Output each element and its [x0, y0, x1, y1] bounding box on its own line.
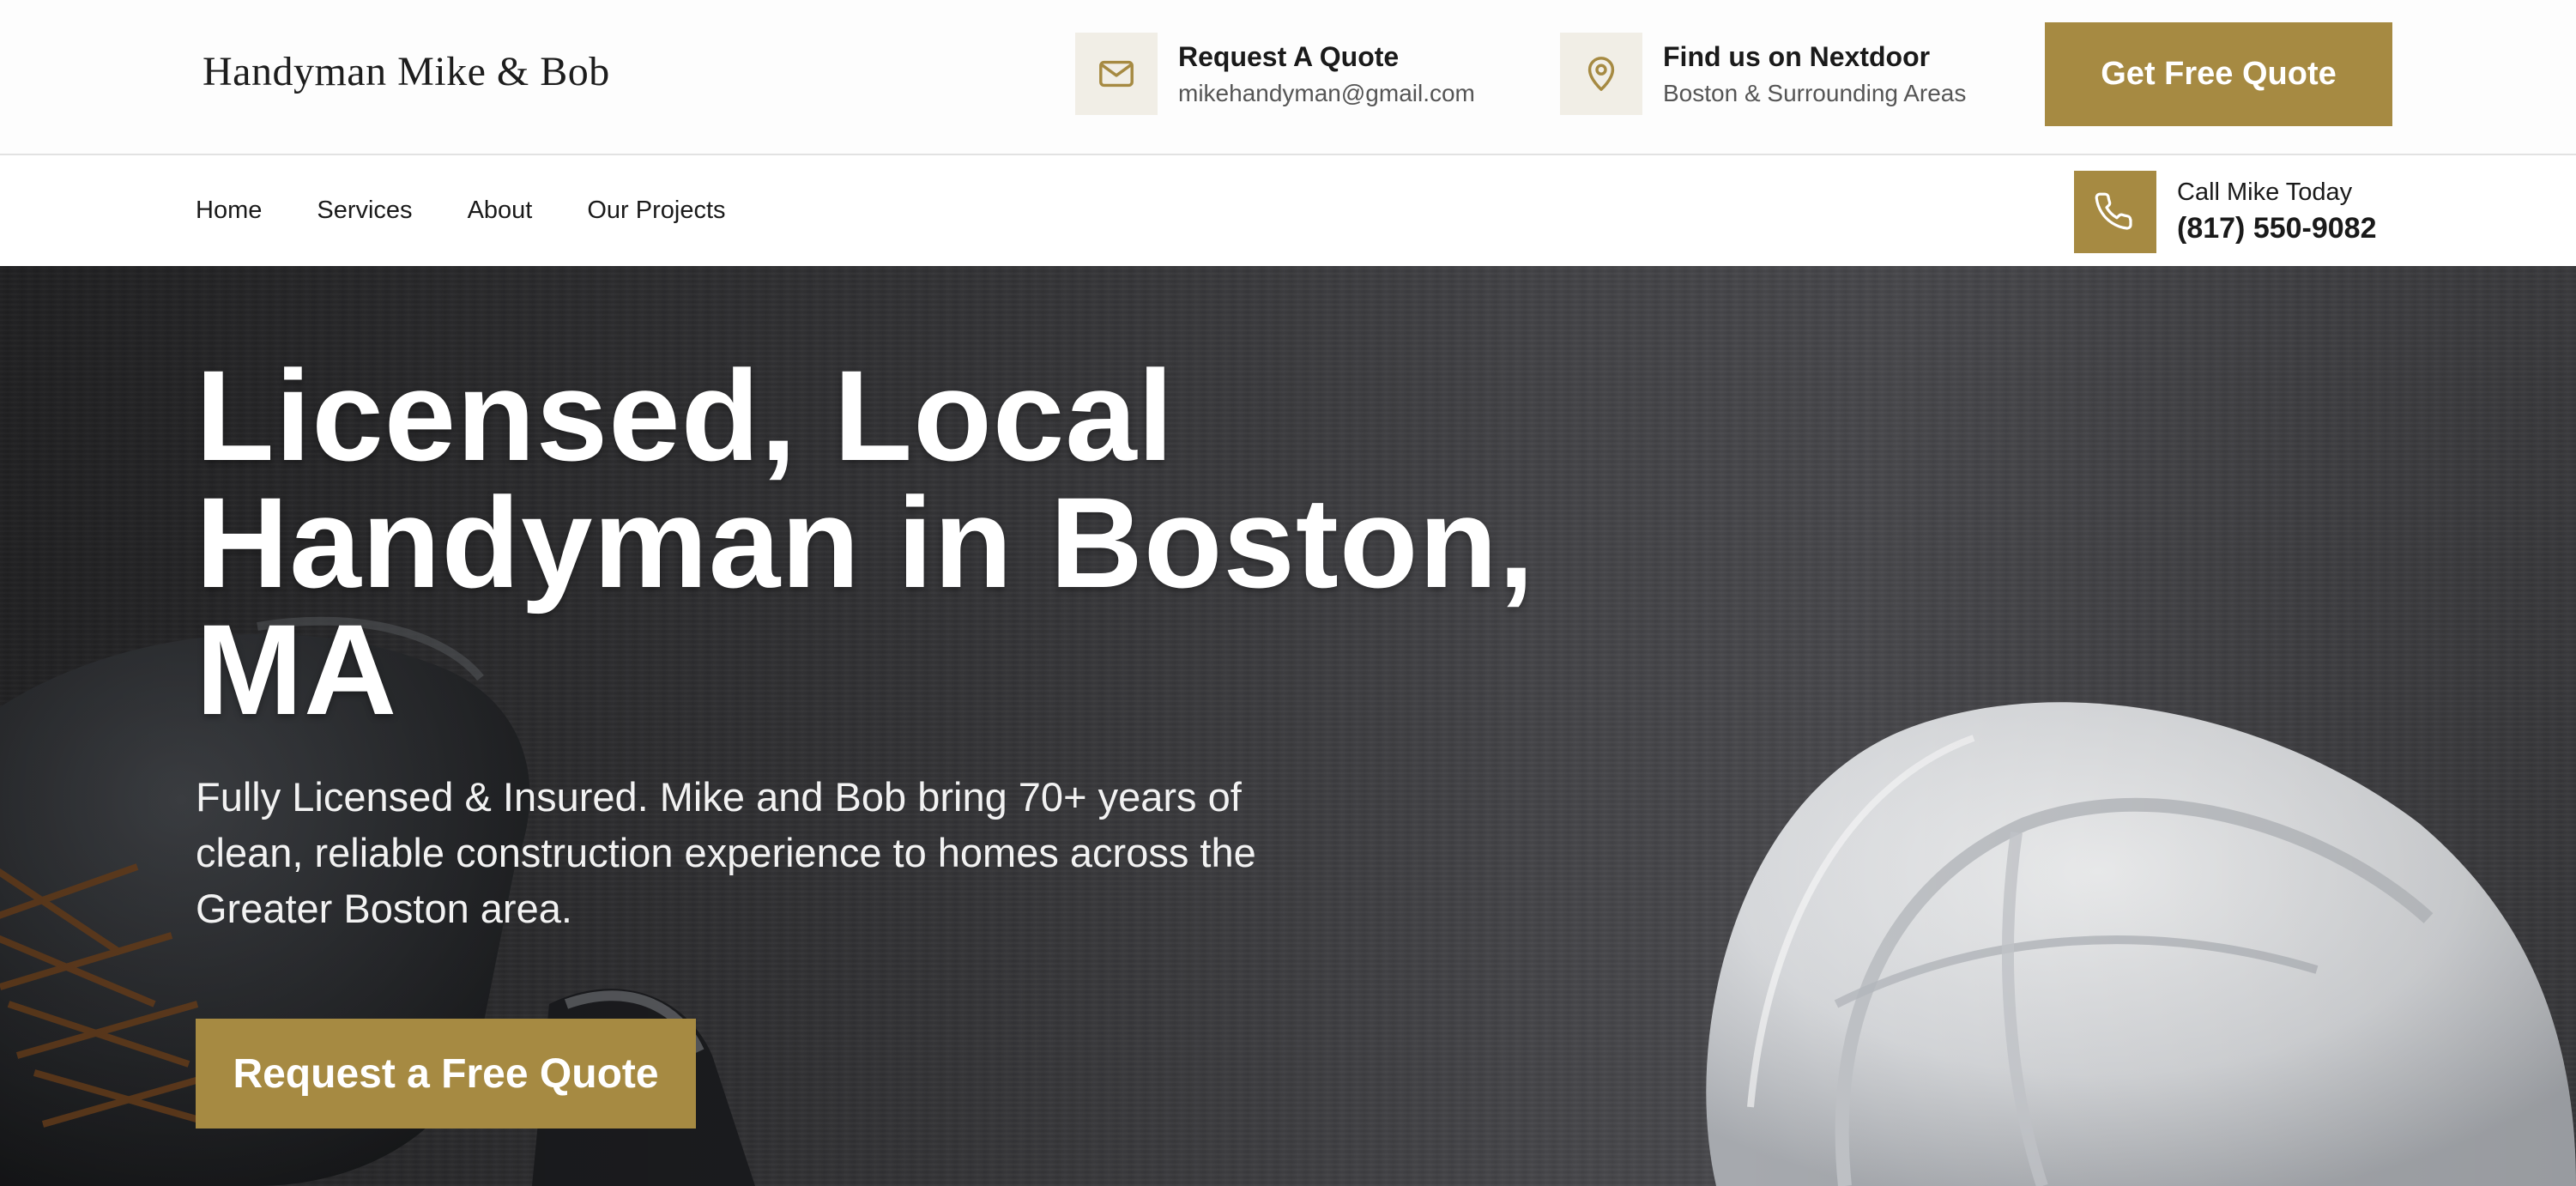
location-info-box[interactable]: Find us on Nextdoor Boston & Surrounding… [1560, 33, 1966, 115]
hero-title: Licensed, Local Handyman in Boston, MA [196, 343, 1535, 741]
call-label: Call Mike Today [2177, 179, 2353, 206]
nav-item-our-projects[interactable]: Our Projects [587, 197, 725, 225]
hero-description: Fully Licensed & Insured. Mike and Bob b… [196, 774, 1256, 931]
nav-item-services[interactable]: Services [317, 197, 412, 225]
get-free-quote-button[interactable]: Get Free Quote [2045, 22, 2392, 126]
nav-item-about[interactable]: About [468, 197, 533, 225]
quote-email[interactable]: mikehandyman@gmail.com [1178, 80, 1475, 107]
quote-info-box[interactable]: Request A Quote mikehandyman@gmail.com [1075, 33, 1475, 115]
map-pin-icon [1560, 33, 1642, 115]
hero-section: Licensed, Local Handyman in Boston, MA F… [0, 266, 2576, 1186]
request-free-quote-button[interactable]: Request a Free Quote [196, 1019, 696, 1129]
main-nav: Home Services About Our Projects Call Mi… [0, 155, 2576, 266]
call-mike-box[interactable]: Call Mike Today (817) 550-9082 [2074, 171, 2377, 253]
location-info-subtitle: Boston & Surrounding Areas [1663, 79, 1967, 106]
mail-icon [1075, 33, 1158, 115]
nav-item-home[interactable]: Home [196, 197, 262, 225]
location-info-title: Find us on Nextdoor [1663, 40, 1931, 72]
nav-list: Home Services About Our Projects [196, 155, 781, 266]
phone-icon [2074, 171, 2156, 253]
site-logo[interactable]: Handyman Mike & Bob [203, 48, 610, 95]
quote-info-title: Request A Quote [1178, 40, 1400, 72]
top-header: Handyman Mike & Bob Request A Quote mike… [0, 0, 2576, 155]
phone-number[interactable]: (817) 550-9082 [2177, 212, 2377, 245]
